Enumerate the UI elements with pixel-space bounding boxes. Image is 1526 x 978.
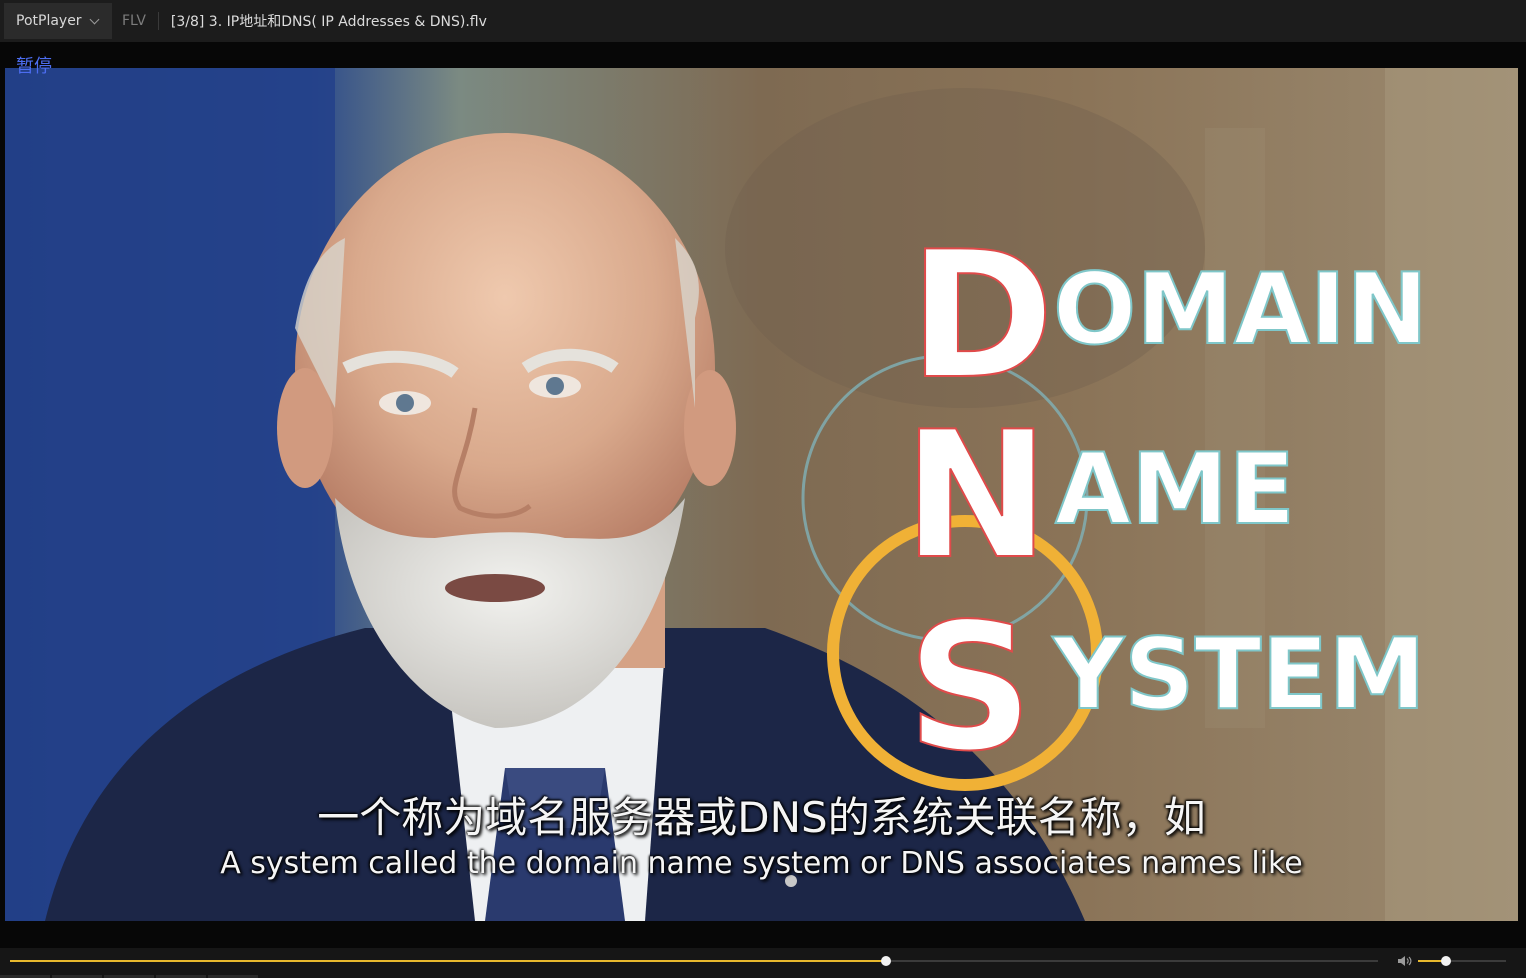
file-title: [3/8] 3. IP地址和DNS( IP Addresses & DNS).f… [170,14,487,30]
overlay-word-omain: OMAIN [1053,253,1428,367]
overlay-letter-n: N [903,395,1049,598]
control-bar [0,948,1526,978]
volume-slider[interactable] [1418,956,1506,966]
overlay-letter-s: S [907,587,1033,790]
seek-bar-handle[interactable] [880,956,891,966]
speaker-icon[interactable] [1396,952,1414,970]
video-frame[interactable]: D OMAIN N AME S YSTEM 一个称为域名服务器或DNS的系统关联… [5,68,1518,921]
app-name: PotPlayer [16,13,82,29]
chevron-down-icon [89,14,100,24]
subtitle-english: A system called the domain name system o… [220,846,1303,881]
volume-slider-handle[interactable] [1441,956,1452,966]
subtitle-chinese: 一个称为域名服务器或DNS的系统关联名称，如 [317,793,1206,842]
seek-bar[interactable] [10,956,1378,966]
video-area[interactable]: D OMAIN N AME S YSTEM 一个称为域名服务器或DNS的系统关联… [0,42,1526,948]
title-bar: PotPlayer FLV [3/8] 3. IP地址和DNS( IP Addr… [0,0,1526,43]
app-menu-button[interactable]: PotPlayer [4,3,112,39]
overlay-letter-d: D [909,215,1054,418]
overlay-word-ystem: YSTEM [1052,618,1426,732]
seek-bar-progress [10,960,886,962]
osd-status-text: 暂停 [16,56,52,77]
title-divider [157,12,159,30]
file-format-label: FLV [122,13,146,29]
overlay-word-ame: AME [1055,433,1295,547]
